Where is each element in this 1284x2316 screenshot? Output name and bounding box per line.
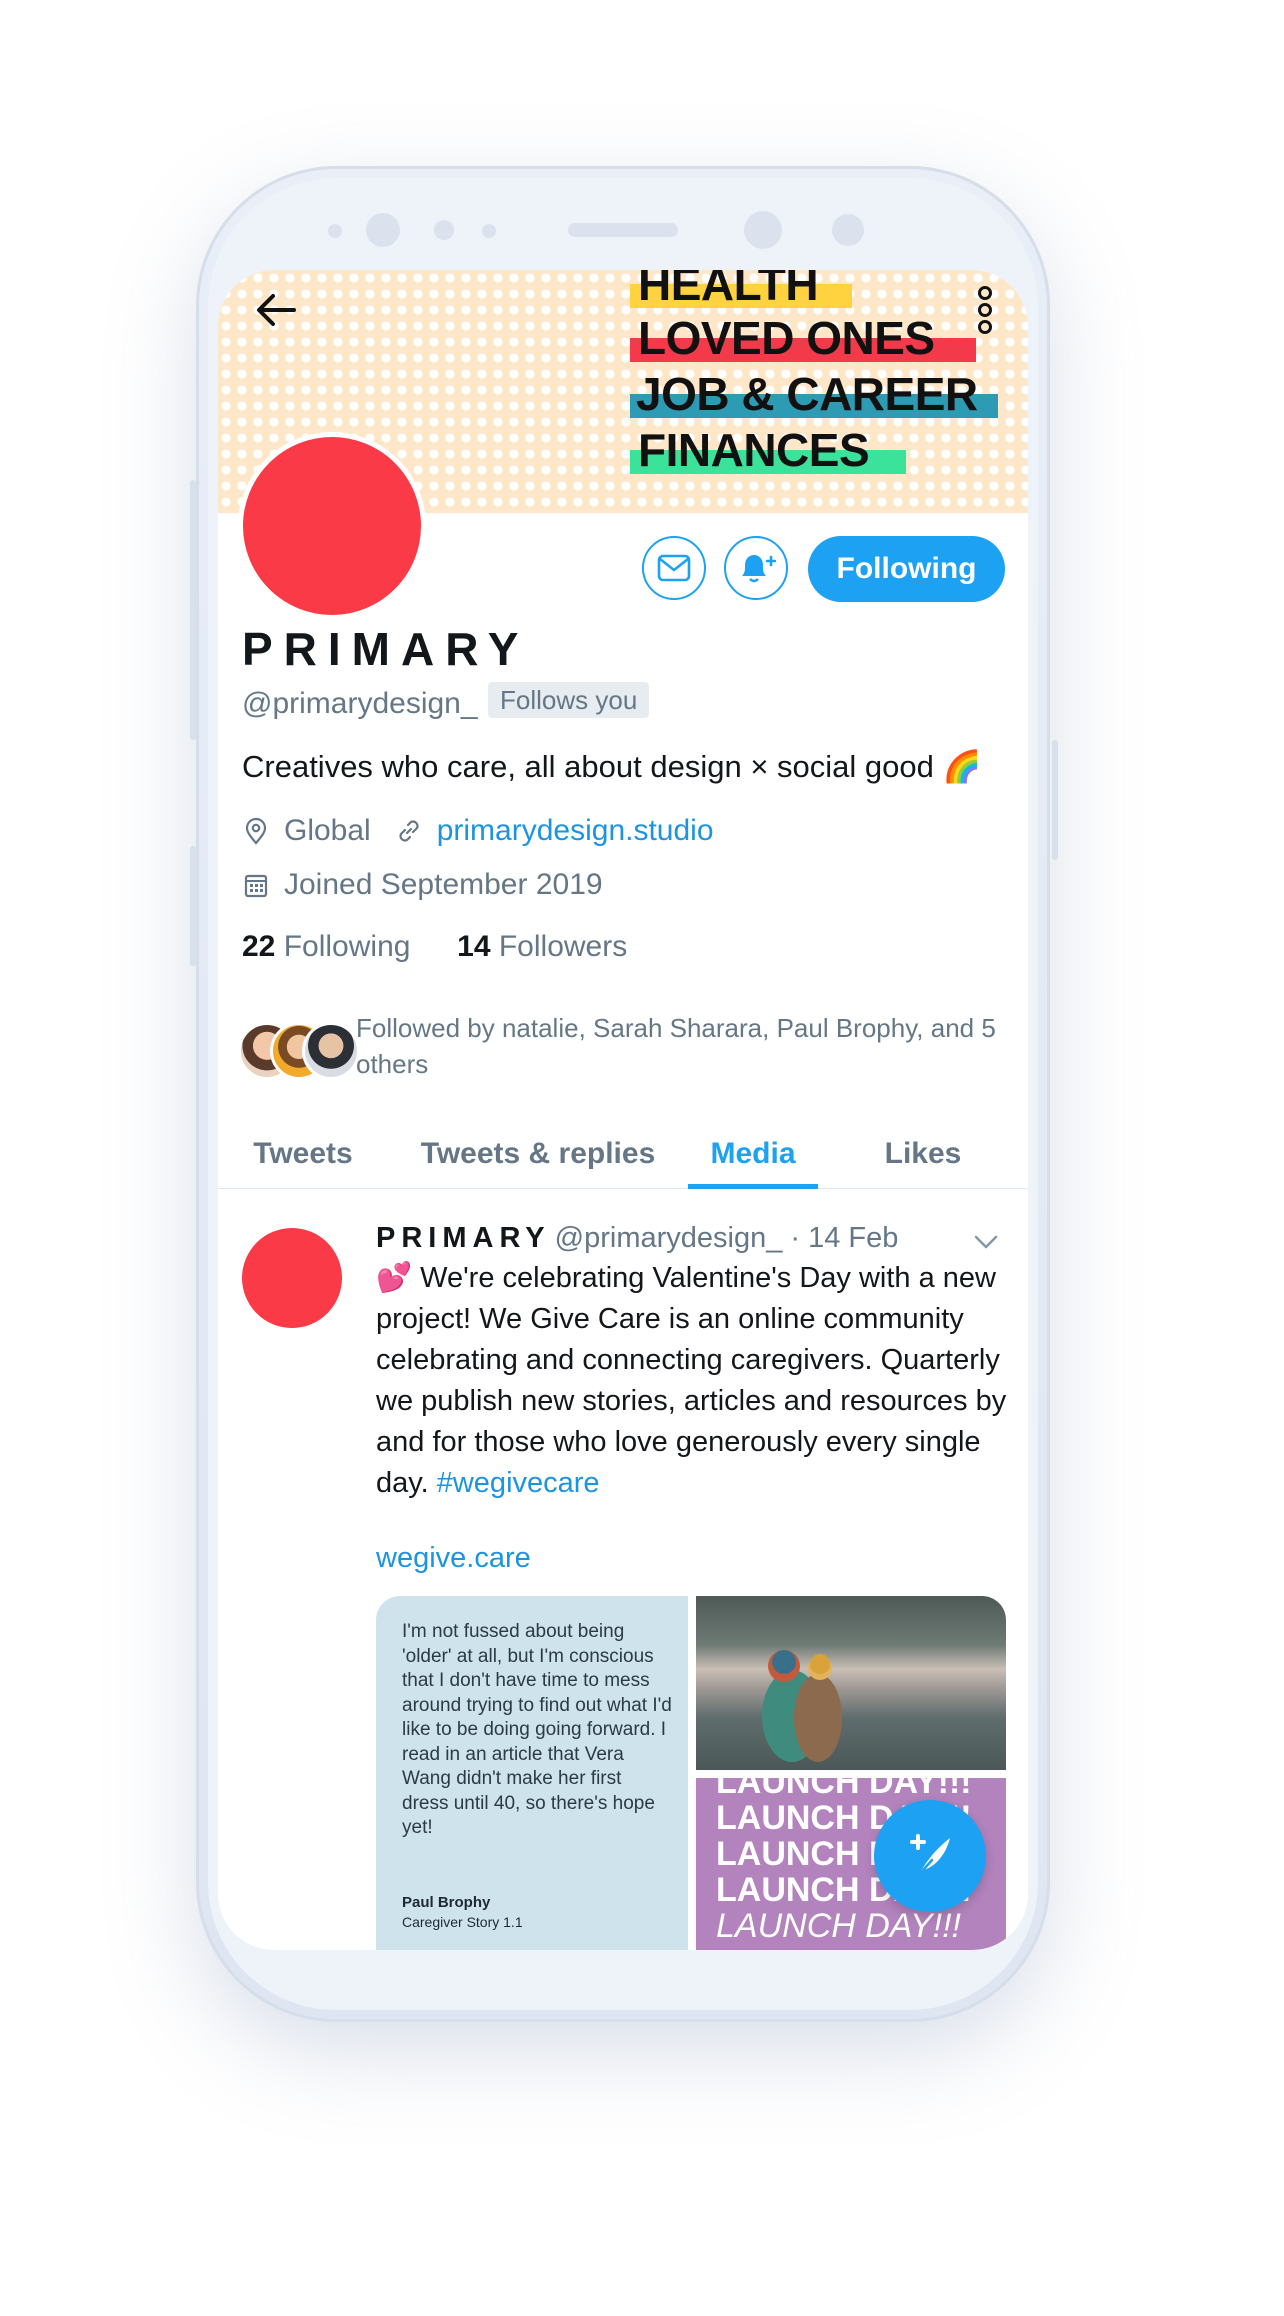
compose-tweet-button[interactable] [874, 1800, 986, 1912]
front-camera [366, 213, 400, 247]
tweet-link[interactable]: wegive.care [376, 1542, 531, 1575]
quote-author: Paul Brophy [402, 1894, 491, 1911]
launch-day-text: LAUNCH DAY!!! [716, 1907, 961, 1945]
message-button[interactable] [642, 536, 706, 600]
profile-handle: @primarydesign_ [242, 687, 478, 720]
vertical-dots-icon [978, 286, 992, 334]
sensor-dot [328, 224, 342, 238]
following-button[interactable]: Following [808, 536, 1005, 602]
following-count-link[interactable]: 22 Following [242, 930, 410, 963]
follow-counts: 22 Following 14 Followers [242, 930, 627, 964]
follower-avatar [302, 1022, 360, 1080]
app-screen: HEALTH LOVED ONES JOB & CAREER FINANCES [218, 270, 1028, 1950]
power-button [1052, 740, 1058, 860]
tab-tweets-and-replies[interactable]: Tweets & replies [402, 1120, 674, 1188]
volume-button [190, 846, 196, 966]
sensor-dot [482, 224, 496, 238]
profile-display-name: PRIMARY [242, 623, 530, 675]
volume-button [190, 480, 196, 740]
tab-tweets[interactable]: Tweets [218, 1120, 388, 1188]
profile-bio: Creatives who care, all about design × s… [242, 749, 982, 784]
tweet-author-name[interactable]: PRIMARY [376, 1222, 551, 1254]
followers-count: 14 [457, 930, 491, 963]
profile-location: Global [284, 814, 371, 847]
profile-tabs: Tweets Tweets & replies Media Likes [218, 1120, 1028, 1189]
calendar-icon [242, 871, 270, 899]
followed-by-text[interactable]: Followed by natalie, Sarah Sharara, Paul… [356, 1010, 1006, 1082]
arrow-left-icon [257, 294, 296, 326]
tweet-emoji: 💕 [376, 1262, 413, 1294]
active-tab-indicator [688, 1184, 818, 1189]
follows-you-badge: Follows you [488, 682, 650, 718]
launch-day-text: LAUNCH DAY!!! [716, 1778, 972, 1801]
profile-joined-date: Joined September 2019 [284, 868, 603, 901]
followers-count-link[interactable]: 14 Followers [457, 930, 627, 963]
tweet-options-button[interactable] [970, 1226, 1002, 1258]
map-pin-icon [242, 817, 270, 845]
tweet-header: PRIMARY @primarydesign_ · 14 Feb [376, 1222, 898, 1255]
earpiece-speaker [568, 223, 678, 237]
feather-plus-icon [910, 1834, 950, 1878]
banner-word: LOVED ONES [638, 312, 935, 364]
tab-likes[interactable]: Likes [838, 1120, 1008, 1188]
front-sensor [832, 214, 864, 246]
quote-source: Caregiver Story 1.1 [402, 1914, 523, 1930]
banner-word: JOB & CAREER [636, 368, 978, 420]
chevron-down-icon [974, 1235, 998, 1249]
back-button[interactable] [250, 284, 302, 336]
tweet-body: 💕 We're celebrating Valentine's Day with… [376, 1258, 1016, 1504]
notifications-button[interactable] [724, 536, 788, 600]
couple-illustration [762, 1650, 842, 1762]
media-illustration-photo[interactable] [696, 1596, 1006, 1770]
followers-label: Followers [498, 930, 628, 963]
media-quote-card[interactable]: I'm not fussed about being 'older' at al… [376, 1596, 688, 1950]
following-label: Following [283, 930, 411, 963]
tweet-text: We're celebrating Valentine's Day with a… [376, 1262, 1007, 1499]
front-sensor [744, 211, 782, 249]
envelope-icon [657, 554, 691, 582]
profile-meta-location-row: Global primarydesign.studio [242, 814, 714, 848]
more-options-button[interactable] [968, 280, 1002, 340]
profile-avatar[interactable] [238, 432, 426, 620]
following-count: 22 [242, 930, 276, 963]
tweet-author-avatar[interactable] [242, 1228, 342, 1328]
profile-website-link[interactable]: primarydesign.studio [437, 814, 714, 848]
banner-word: HEALTH [638, 270, 819, 310]
tweet-hashtag[interactable]: #wegivecare [437, 1467, 600, 1499]
link-icon [395, 817, 423, 845]
banner-word: FINANCES [638, 424, 870, 476]
tab-media[interactable]: Media [688, 1120, 818, 1188]
sensor-dot [434, 220, 454, 240]
quote-text: I'm not fussed about being 'older' at al… [402, 1621, 672, 1838]
bell-plus-icon [742, 555, 776, 583]
tweet-meta: @primarydesign_ · 14 Feb [554, 1222, 899, 1254]
profile-meta-joined-row: Joined September 2019 [242, 868, 603, 902]
